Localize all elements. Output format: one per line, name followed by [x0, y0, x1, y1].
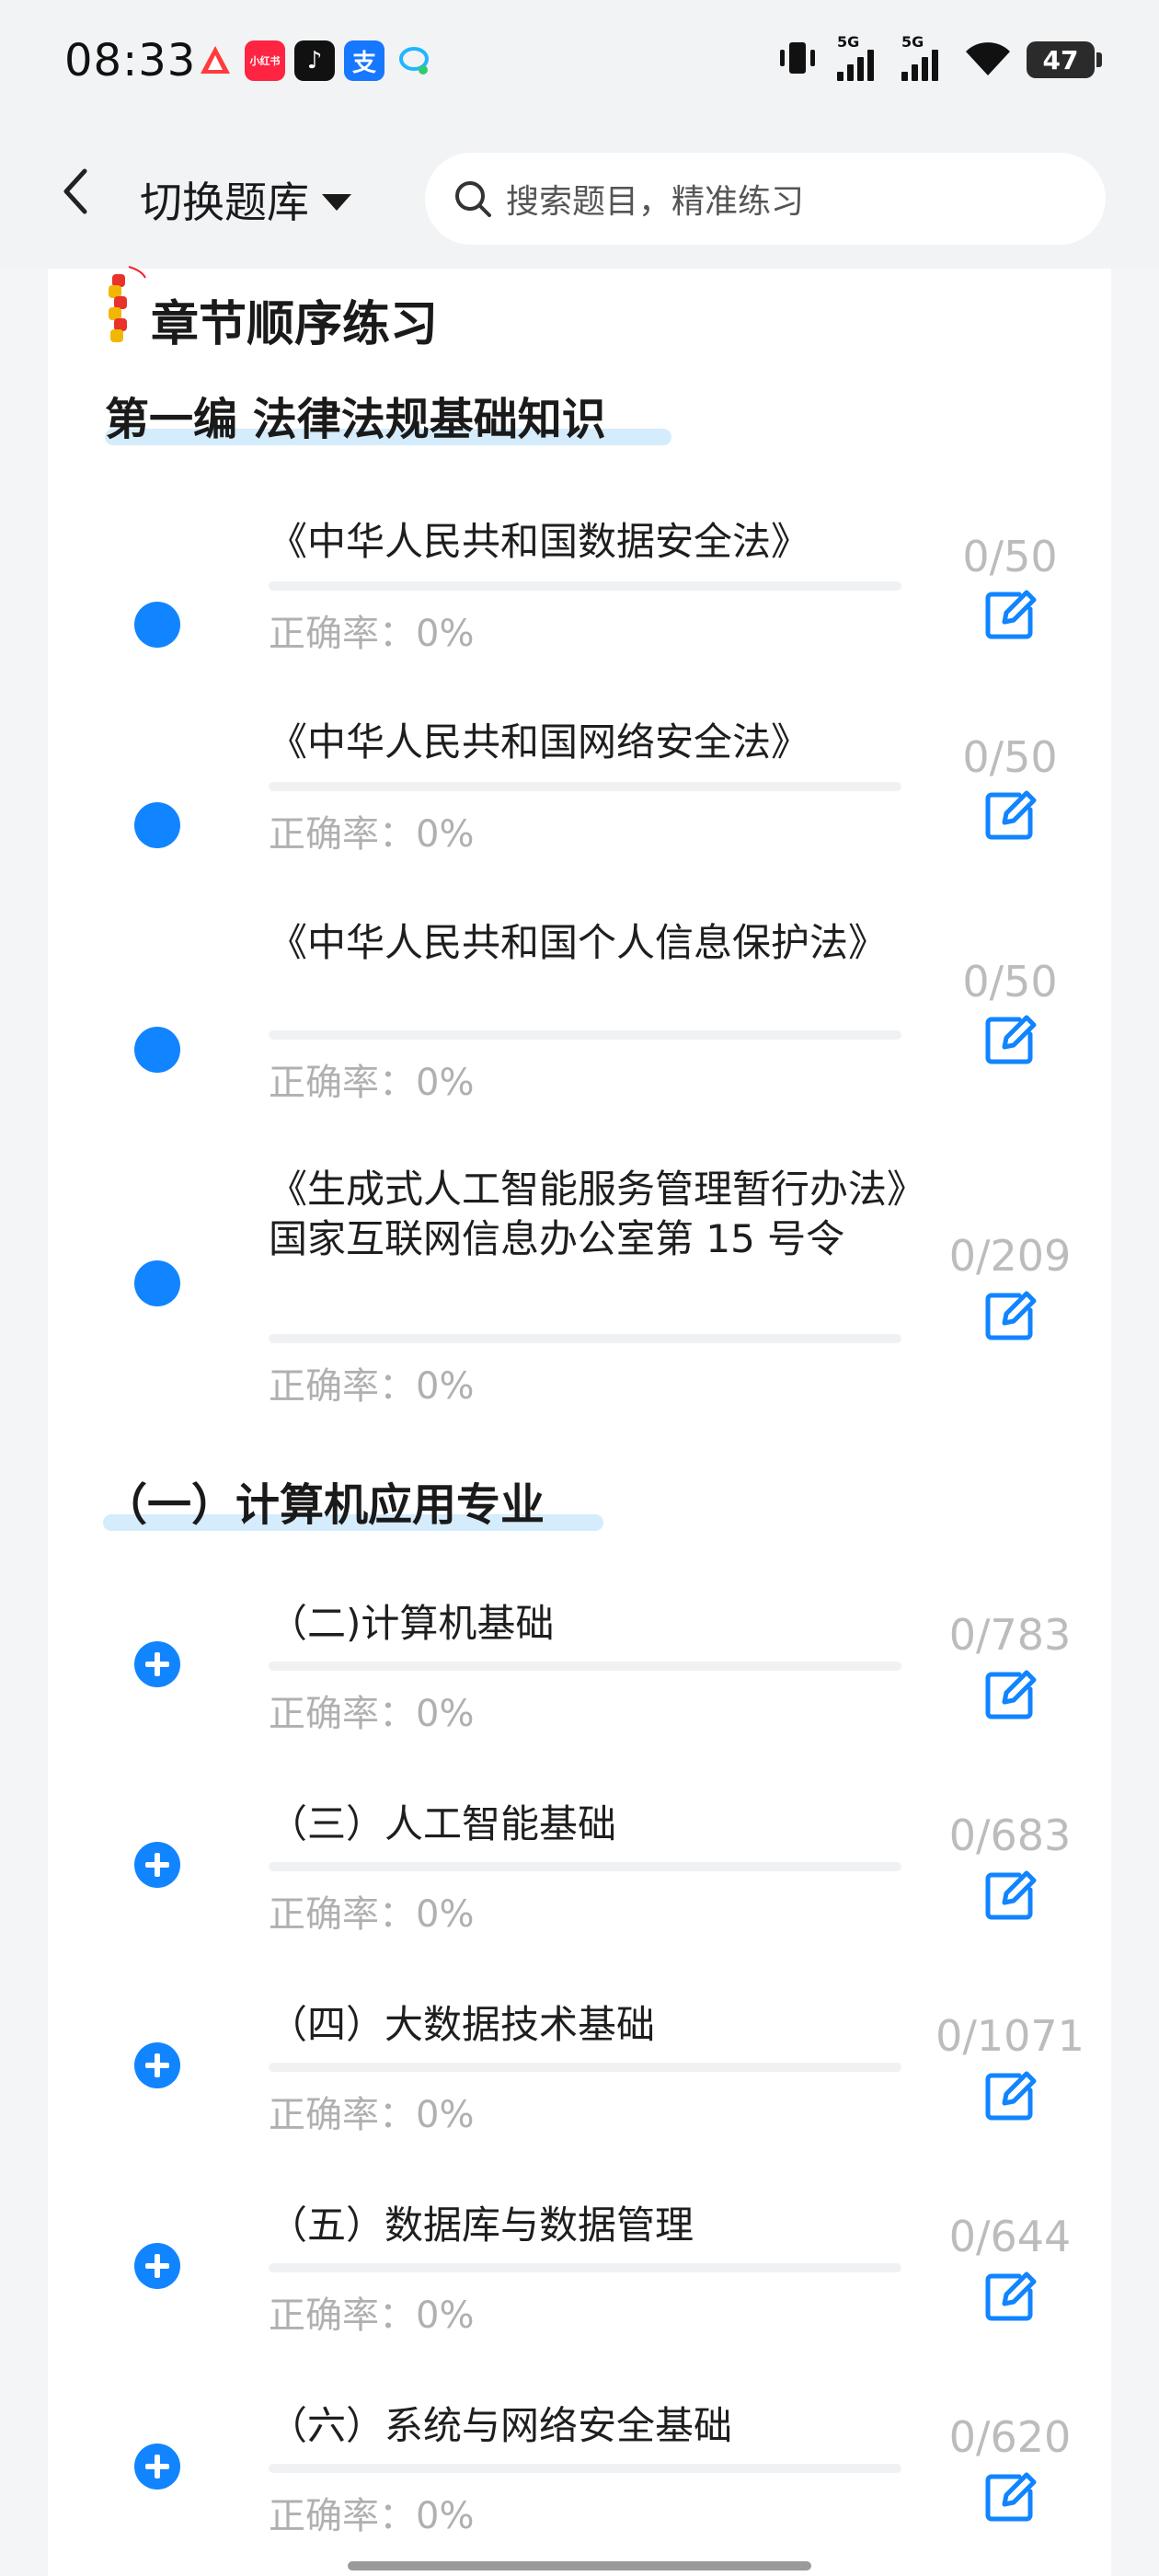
- chapter-name: 《中华人民共和国网络安全法》: [269, 719, 810, 765]
- accuracy-text: 正确率：0%: [269, 813, 475, 856]
- status-bar: 08:33 小红书 ♪ 支 5G 5G 47: [0, 0, 1159, 129]
- progress-bar: [269, 2464, 901, 2473]
- status-time: 08:33: [64, 35, 197, 86]
- chapter-item[interactable]: （二)计算机基础 正确率：0% 0/783: [48, 1595, 1111, 1779]
- edit-icon[interactable]: [981, 1010, 1039, 1069]
- top-nav: 切换题库 搜索题目，精准练习: [0, 129, 1159, 269]
- progress-bar: [269, 2263, 901, 2272]
- app-screen: 08:33 小红书 ♪ 支 5G 5G 47 切换题库 搜索题目，精准练习 章节…: [0, 0, 1159, 2576]
- chapter-item[interactable]: 《中华人民共和国个人信息保护法》 正确率：0% 0/50: [48, 914, 1111, 1154]
- progress-count: 0/783: [948, 1610, 1072, 1660]
- accuracy-text: 正确率：0%: [269, 2495, 475, 2537]
- accuracy-text: 正确率：0%: [269, 1365, 475, 1408]
- expand-plus-icon[interactable]: [134, 2042, 180, 2088]
- accuracy-text: 正确率：0%: [269, 2094, 475, 2136]
- search-input[interactable]: 搜索题目，精准练习: [425, 153, 1106, 245]
- progress-count: 0/50: [962, 732, 1058, 782]
- group-header: 第一编 法律法规基础知识: [105, 383, 671, 456]
- battery-indicator: 47: [1027, 41, 1102, 78]
- accuracy-text: 正确率：0%: [269, 1893, 475, 1936]
- progress-bar: [269, 1030, 901, 1040]
- edit-icon[interactable]: [981, 2467, 1039, 2526]
- app-icon-1: [195, 40, 235, 81]
- edit-icon[interactable]: [981, 1665, 1039, 1724]
- xiaohongshu-icon: 小红书: [245, 40, 285, 81]
- chapter-name: （二)计算机基础: [269, 1601, 555, 1646]
- chapter-name: 《生成式人工智能服务管理暂行办法》国家互联网信息办公室第 15 号令: [269, 1167, 907, 1261]
- chapter-name: （三）人工智能基础: [269, 1801, 617, 1846]
- progress-bar: [269, 1334, 901, 1343]
- expand-plus-icon[interactable]: [134, 1641, 180, 1687]
- chapter-name: （四）大数据技术基础: [269, 2002, 656, 2047]
- switch-label: 切换题库: [140, 178, 309, 227]
- system-icons: 5G 5G 47: [775, 33, 1102, 85]
- chapter-item[interactable]: （三）人工智能基础 正确率：0% 0/683: [48, 1796, 1111, 1980]
- progress-bar: [269, 2063, 901, 2072]
- progress-count: 0/683: [948, 1811, 1072, 1860]
- accuracy-text: 正确率：0%: [269, 1062, 475, 1104]
- chapter-item[interactable]: （五）数据库与数据管理 正确率：0% 0/644: [48, 2197, 1111, 2381]
- edit-icon[interactable]: [981, 2066, 1039, 2125]
- progress-count: 0/1071: [935, 2011, 1084, 2061]
- tiktok-icon: ♪: [294, 40, 335, 81]
- group-title: 第一编 法律法规基础知识: [105, 394, 606, 445]
- back-button[interactable]: [48, 164, 103, 219]
- search-placeholder: 搜索题目，精准练习: [506, 183, 805, 221]
- accuracy-text: 正确率：0%: [269, 1693, 475, 1735]
- switch-question-bank-button[interactable]: 切换题库: [140, 169, 351, 230]
- group-header: （一）计算机应用专业: [103, 1468, 603, 1542]
- expand-plus-icon[interactable]: [134, 1842, 180, 1888]
- vibrate-icon: [775, 35, 820, 85]
- home-indicator[interactable]: [348, 2561, 811, 2570]
- chat-bubble-icon: [394, 40, 434, 81]
- edit-icon[interactable]: [981, 786, 1039, 845]
- chapter-list-card: 章节顺序练习 第一编 法律法规基础知识 《中华人民共和国数据安全法》 正确率：0…: [48, 266, 1111, 2576]
- progress-bar: [269, 1862, 901, 1871]
- notification-icons: 小红书 ♪ 支: [195, 40, 434, 81]
- chapter-name: 《中华人民共和国数据安全法》: [269, 519, 810, 564]
- progress-count: 0/50: [962, 532, 1058, 581]
- expand-plus-icon[interactable]: [134, 2444, 180, 2490]
- signal-label: 5G: [837, 33, 860, 51]
- chapter-name: 《中华人民共和国个人信息保护法》: [269, 920, 888, 965]
- signal-5g-icon: 5G: [833, 33, 885, 83]
- chevron-left-icon: [63, 168, 87, 214]
- firecracker-icon: [101, 265, 147, 351]
- chapter-dot-icon: [134, 802, 180, 848]
- chapter-dot-icon: [134, 1027, 180, 1073]
- caret-down-icon: [322, 194, 351, 211]
- progress-count: 0/209: [948, 1231, 1072, 1281]
- signal-label-2: 5G: [901, 33, 924, 51]
- section-title: 章节顺序练习: [151, 285, 438, 354]
- wifi-icon: [962, 37, 1014, 83]
- chapter-name: （六）系统与网络安全基础: [269, 2403, 733, 2448]
- chapter-item[interactable]: 《中华人民共和国网络安全法》 正确率：0% 0/50: [48, 714, 1111, 898]
- group-title: （一）计算机应用专业: [103, 1479, 545, 1531]
- expand-plus-icon[interactable]: [134, 2243, 180, 2289]
- signal-5g-icon-2: 5G: [898, 33, 949, 83]
- search-icon: [455, 181, 491, 217]
- progress-bar: [269, 581, 901, 591]
- chapter-item[interactable]: （六）系统与网络安全基础 正确率：0% 0/620: [48, 2398, 1111, 2572]
- progress-count: 0/644: [948, 2212, 1072, 2261]
- progress-bar: [269, 782, 901, 791]
- section-title-text: 章节顺序练习: [151, 297, 439, 352]
- edit-icon[interactable]: [981, 1866, 1039, 1925]
- chapter-name: （五）数据库与数据管理: [269, 2202, 694, 2248]
- progress-bar: [269, 1662, 901, 1671]
- chapter-dot-icon: [134, 1260, 180, 1306]
- chapter-dot-icon: [134, 602, 180, 648]
- chapter-item[interactable]: 《中华人民共和国数据安全法》 正确率：0% 0/50: [48, 513, 1111, 697]
- edit-icon[interactable]: [981, 1286, 1039, 1345]
- progress-count: 0/620: [948, 2412, 1072, 2462]
- progress-count: 0/50: [962, 957, 1058, 1006]
- alipay-icon: 支: [344, 40, 384, 81]
- chapter-item[interactable]: （四）大数据技术基础 正确率：0% 0/1071: [48, 1996, 1111, 2180]
- edit-icon[interactable]: [981, 2267, 1039, 2326]
- chapter-item[interactable]: 《生成式人工智能服务管理暂行办法》国家互联网信息办公室第 15 号令 正确率：0…: [48, 1161, 1111, 1455]
- accuracy-text: 正确率：0%: [269, 2294, 475, 2337]
- accuracy-text: 正确率：0%: [269, 613, 475, 655]
- edit-icon[interactable]: [981, 585, 1039, 644]
